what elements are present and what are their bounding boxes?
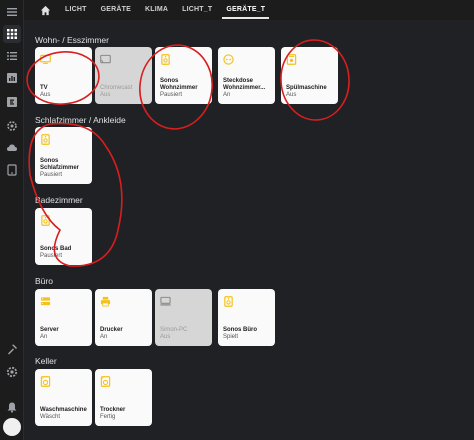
sidebar (0, 0, 24, 440)
entity-name: Steckdose Wohnzimmer... (223, 78, 266, 91)
entity-name: Drucker (100, 327, 123, 333)
entity-name: Server (40, 327, 59, 333)
entity-state: Fertig (100, 414, 116, 420)
entity-state: Pausiert (160, 92, 183, 98)
washer-icon (100, 374, 111, 387)
entity-state: An (223, 92, 231, 98)
section-title: Badezimmer (35, 195, 83, 205)
speaker-icon (223, 294, 234, 307)
entity-state: Aus (286, 92, 297, 98)
cast-icon (100, 52, 111, 64)
entity-state: Aus (40, 92, 51, 98)
energy-icon[interactable] (3, 93, 21, 111)
entity-card[interactable]: Drucker An (95, 289, 152, 346)
washer-icon (40, 374, 51, 387)
socket-icon (223, 52, 234, 65)
entity-state: An (40, 334, 48, 340)
entity-card[interactable]: Sonos Wohnzimmer Pausiert (155, 47, 212, 104)
entity-state: Aus (160, 334, 171, 340)
entity-name: Simon-PC (160, 327, 188, 333)
cloud-icon[interactable] (3, 139, 21, 157)
entity-state: Pausiert (40, 253, 63, 259)
speaker-icon (40, 132, 51, 145)
section-title: Büro (35, 276, 53, 286)
entity-name: Waschmaschine (40, 407, 87, 413)
entity-state: Wäscht (40, 414, 61, 420)
top-bar: LICHT GERÄTE KLIMA LICHT_T GERÄTE_T (24, 0, 474, 20)
entity-card[interactable]: Chromecast Aus (95, 47, 152, 104)
entity-card[interactable]: Waschmaschine Wäscht (35, 369, 92, 426)
entity-name: Sonos Wohnzimmer (160, 78, 198, 91)
entity-name: Chromecast (100, 85, 133, 91)
home-icon[interactable] (38, 3, 52, 17)
settings-gear-icon[interactable] (3, 117, 21, 135)
entity-card[interactable]: Server An (35, 289, 92, 346)
avatar[interactable] (3, 418, 21, 436)
entity-card[interactable]: Simon-PC Aus (155, 289, 212, 346)
bell-icon[interactable] (3, 398, 21, 416)
speaker-icon (160, 52, 171, 65)
section-title: Wohn- / Esszimmer (35, 35, 109, 45)
tab-klima[interactable]: KLIMA (138, 0, 175, 20)
section-title: Schlafzimmer / Ankleide (35, 115, 126, 125)
entity-state: Spielt (223, 334, 239, 340)
entity-card[interactable]: Spülmaschine Aus (281, 47, 338, 104)
tab-licht-t[interactable]: LICHT_T (175, 0, 219, 20)
chart-icon[interactable] (3, 69, 21, 87)
entity-state: Aus (100, 92, 111, 98)
cog-icon[interactable] (3, 363, 21, 381)
server-icon (40, 294, 51, 306)
entity-card[interactable]: TV Aus (35, 47, 92, 104)
entity-name: Sonos Schlafzimmer (40, 158, 80, 171)
tv-icon (40, 52, 51, 64)
entity-card[interactable]: Sonos Büro Spielt (218, 289, 275, 346)
entity-state: Pausiert (40, 172, 63, 178)
tab-geraete[interactable]: GERÄTE (94, 0, 138, 20)
entity-name: Sonos Büro (223, 327, 257, 333)
entity-card[interactable]: Sonos Bad Pausiert (35, 208, 92, 265)
tab-geraete-t[interactable]: GERÄTE_T (219, 0, 272, 20)
grid-icon[interactable] (3, 25, 21, 43)
entity-name: Spülmaschine (286, 85, 327, 91)
menu-icon[interactable] (3, 3, 21, 21)
computer-icon (160, 294, 171, 306)
list-icon[interactable] (3, 47, 21, 65)
printer-icon (100, 294, 111, 307)
entity-name: TV (40, 85, 48, 91)
section-title: Keller (35, 356, 57, 366)
entity-name: Trockner (100, 407, 126, 413)
hammer-icon[interactable] (3, 340, 21, 358)
tablet-icon[interactable] (3, 161, 21, 179)
entity-card[interactable]: Steckdose Wohnzimmer... An (218, 47, 275, 104)
entity-card[interactable]: Sonos Schlafzimmer Pausiert (35, 127, 92, 184)
speaker-icon (40, 213, 51, 226)
tab-licht[interactable]: LICHT (58, 0, 94, 20)
entity-state: An (100, 334, 108, 340)
entity-card[interactable]: Trockner Fertig (95, 369, 152, 426)
dishwasher-icon (286, 52, 297, 65)
entity-name: Sonos Bad (40, 246, 72, 252)
